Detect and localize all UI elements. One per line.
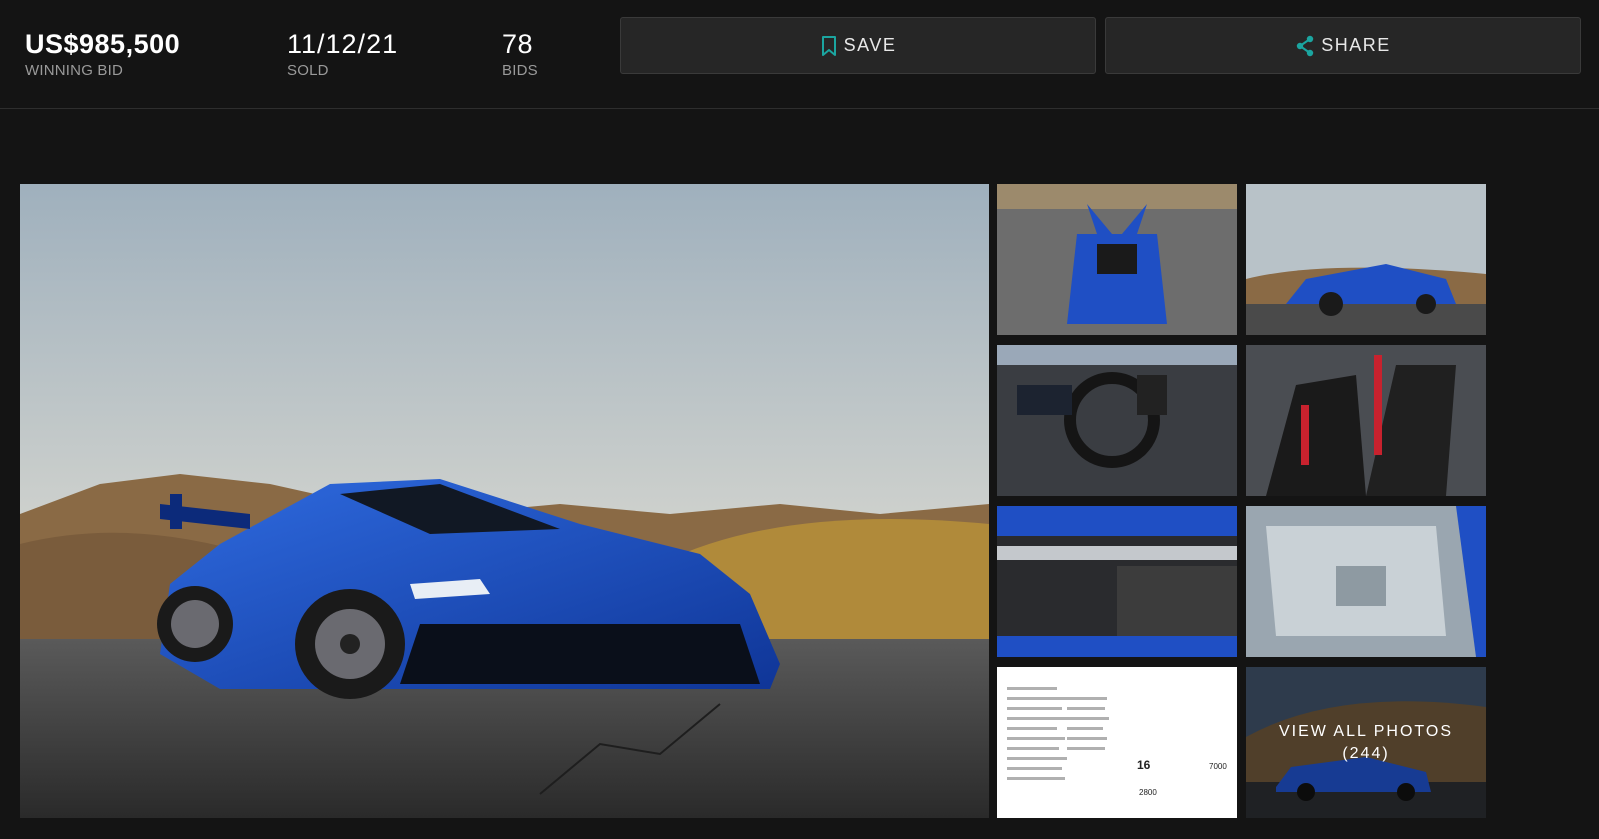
save-button-label: SAVE xyxy=(843,35,897,55)
share-icon xyxy=(1295,35,1315,57)
gallery-thumbnail[interactable] xyxy=(997,506,1237,657)
gallery-thumbnail[interactable] xyxy=(1246,184,1486,335)
sold-date-value: 11/12/21 xyxy=(287,29,399,59)
sold-date-stat: 11/12/21 SOLD xyxy=(287,28,398,80)
bid-count-label: BIDS xyxy=(502,62,538,79)
save-button[interactable]: SAVE xyxy=(620,17,1096,74)
winning-bid-value: US$985,500 xyxy=(25,29,181,59)
document-value-b: 2800 xyxy=(1139,788,1157,797)
share-button-label: SHARE xyxy=(1321,35,1391,55)
main-photo[interactable] xyxy=(20,184,989,818)
view-all-photos-tile[interactable]: VIEW ALL PHOTOS (244) xyxy=(1246,667,1486,818)
document-number: 16 xyxy=(1137,758,1151,772)
bid-count-value: 78 xyxy=(502,29,534,59)
gallery-thumbnail[interactable] xyxy=(997,184,1237,335)
gallery-thumbnail[interactable] xyxy=(1246,345,1486,496)
sold-date-label: SOLD xyxy=(287,62,329,79)
view-all-photos-count: (244) xyxy=(1342,744,1390,762)
gallery-thumbnail[interactable] xyxy=(1246,506,1486,657)
document-value-a: 7000 xyxy=(1209,762,1227,771)
bid-count-stat: 78 BIDS xyxy=(502,28,538,80)
winning-bid-stat: US$985,500 WINNING BID xyxy=(25,28,180,80)
gallery-thumbnail[interactable] xyxy=(997,345,1237,496)
winning-bid-label: WINNING BID xyxy=(25,62,124,79)
auction-header: US$985,500 WINNING BID 11/12/21 SOLD 78 … xyxy=(0,0,1599,109)
bookmark-icon xyxy=(820,35,838,57)
view-all-photos-overlay: VIEW ALL PHOTOS (244) xyxy=(1246,667,1486,818)
view-all-photos-label: VIEW ALL PHOTOS xyxy=(1278,722,1454,740)
document-thumbnail[interactable]: 16 7000 2800 xyxy=(997,667,1237,818)
share-button[interactable]: SHARE xyxy=(1105,17,1581,74)
